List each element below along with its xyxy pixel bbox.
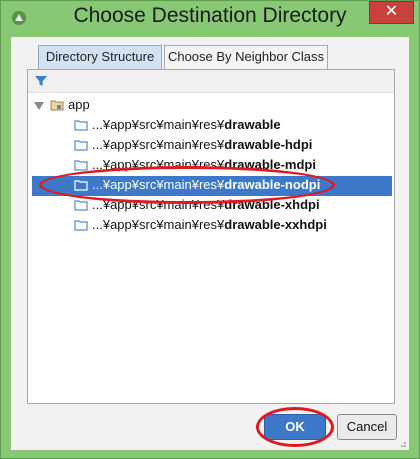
folder-icon xyxy=(74,120,88,131)
tree-item-label: ...¥app¥src¥main¥res¥drawable-nodpi xyxy=(92,177,321,192)
title-bar[interactable]: Choose Destination Directory ✕ xyxy=(1,1,419,37)
tree-item[interactable]: ...¥app¥src¥main¥res¥drawable-xxhdpi xyxy=(68,216,394,236)
tree-root-app[interactable]: app xyxy=(32,96,392,116)
tree-root-label: app xyxy=(68,97,90,112)
dialog-content: Directory Structure Choose By Neighbor C… xyxy=(11,37,409,450)
folder-icon xyxy=(74,180,88,191)
dialog-title: Choose Destination Directory xyxy=(73,4,347,27)
tree-item[interactable]: ...¥app¥src¥main¥res¥drawable-mdpi xyxy=(68,156,394,176)
tab-directory-structure[interactable]: Directory Structure xyxy=(38,45,162,69)
cancel-button[interactable]: Cancel xyxy=(337,414,397,440)
close-button[interactable]: ✕ xyxy=(369,1,414,24)
folder-icon xyxy=(74,220,88,231)
dialog-window: Choose Destination Directory ✕ Directory… xyxy=(0,0,420,459)
module-folder-icon xyxy=(50,100,64,111)
tree-item[interactable]: ...¥app¥src¥main¥res¥drawable-hdpi xyxy=(68,136,394,156)
tree-item[interactable]: ...¥app¥src¥main¥res¥drawable xyxy=(68,116,394,136)
tree-item-label: ...¥app¥src¥main¥res¥drawable-xxhdpi xyxy=(92,217,327,232)
directory-tree-panel: app ...¥app¥src¥main¥res¥drawable ...¥ap… xyxy=(27,69,395,404)
folder-icon xyxy=(74,140,88,151)
folder-icon xyxy=(74,200,88,211)
expand-arrow-icon[interactable] xyxy=(34,102,44,110)
tree-item-label: ...¥app¥src¥main¥res¥drawable-mdpi xyxy=(92,157,316,172)
resize-grip-icon[interactable] xyxy=(399,440,407,448)
tree-item-selected[interactable]: ...¥app¥src¥main¥res¥drawable-nodpi xyxy=(32,176,392,196)
tree-item-label: ...¥app¥src¥main¥res¥drawable xyxy=(92,117,281,132)
tree-toolbar xyxy=(28,70,394,93)
tree-item-label: ...¥app¥src¥main¥res¥drawable-hdpi xyxy=(92,137,313,152)
folder-icon xyxy=(74,160,88,171)
tab-choose-by-neighbor-class[interactable]: Choose By Neighbor Class xyxy=(164,45,328,69)
filter-icon[interactable] xyxy=(34,74,48,88)
ok-button[interactable]: OK xyxy=(264,414,326,440)
tree-item-label: ...¥app¥src¥main¥res¥drawable-xhdpi xyxy=(92,197,320,212)
tree-item[interactable]: ...¥app¥src¥main¥res¥drawable-xhdpi xyxy=(68,196,394,216)
